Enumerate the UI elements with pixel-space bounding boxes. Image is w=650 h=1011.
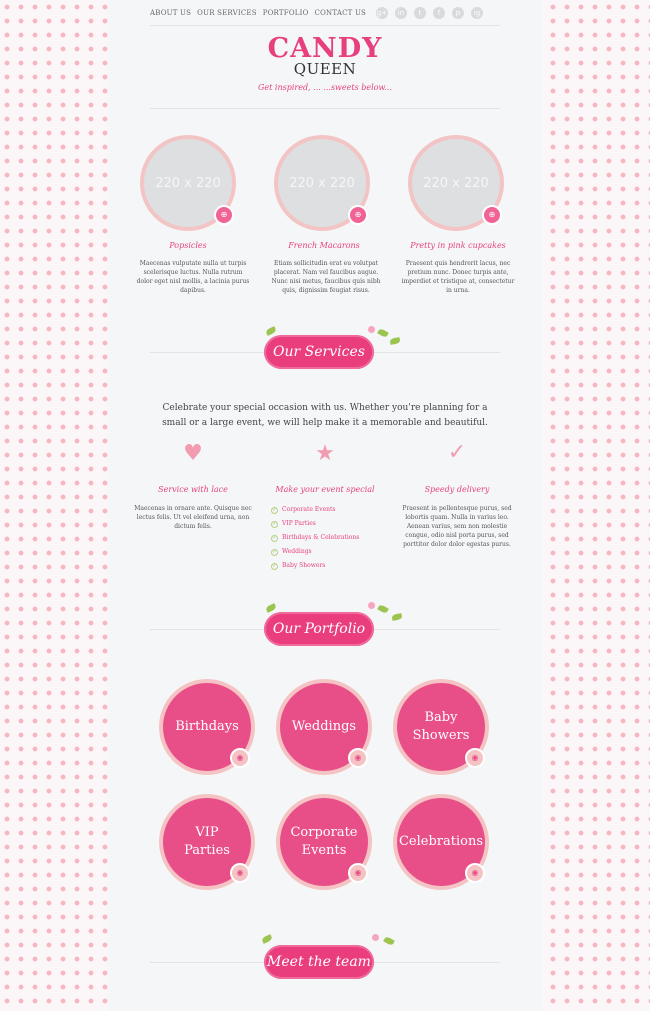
service-title-3: Speedy delivery (424, 485, 490, 494)
flower-decoration (372, 934, 379, 941)
featured-title-3: Pretty in pink cupcakes (410, 241, 506, 250)
featured-text-1: Maecenas vulputate nulla ut turpis scele… (136, 260, 250, 294)
nav-services[interactable]: OUR SERVICES (197, 9, 257, 17)
header-divider (150, 25, 500, 26)
view-icon[interactable]: ◉ (465, 863, 485, 883)
team-heading: Meet the team (264, 945, 374, 979)
list-item[interactable]: ✓ Corporate Events (271, 503, 359, 517)
twitter-icon[interactable]: t (414, 7, 426, 19)
featured-text-3: Praesent quis hendrerit lacus, nec preti… (401, 260, 515, 294)
pinterest-icon[interactable]: p (452, 7, 464, 19)
logo-queen[interactable]: QUEEN (240, 60, 410, 78)
list-item[interactable]: ✓ Weddings (271, 545, 359, 559)
list-item[interactable]: ✓ Birthdays & Celebrations (271, 531, 359, 545)
nav-about[interactable]: ABOUT US (150, 9, 191, 17)
view-icon[interactable]: ◉ (348, 863, 368, 883)
zoom-icon[interactable]: ⊕ (214, 205, 234, 225)
check-circle-icon: ✓ (271, 506, 278, 514)
nav-portfolio[interactable]: PORTFOLIO (263, 9, 309, 17)
view-icon[interactable]: ◉ (465, 748, 485, 768)
services-intro: Celebrate your special occasion with us.… (162, 403, 488, 428)
check-circle-icon: ✓ (271, 548, 278, 556)
nav-contact[interactable]: CONTACT US (315, 9, 367, 17)
check-circle-icon: ✓ (271, 534, 278, 542)
check-circle-icon: ✓ (271, 520, 278, 528)
service-list: ✓ Corporate Events ✓ VIP Parties ✓ Birthday… (271, 503, 359, 573)
flower-decoration (368, 602, 375, 609)
google-plus-icon[interactable]: g+ (376, 7, 388, 19)
portfolio-heading: Our Portfolio (264, 612, 374, 646)
services-heading: Our Services (264, 335, 374, 369)
service-text-1: Maecenas in ornare ante. Quisque nec lec… (134, 505, 252, 530)
section-divider (150, 108, 500, 109)
check-circle-icon: ✓ (271, 562, 278, 570)
service-title-2: Make your event special (275, 485, 375, 494)
top-nav: ABOUT US OUR SERVICES PORTFOLIO CONTACT … (150, 9, 366, 17)
featured-text-2: Etiam sollicitudin erat eu volutpat plac… (271, 260, 381, 294)
flower-decoration (368, 326, 375, 333)
star-icon: ★ (315, 441, 335, 466)
tagline: Get inspired, ... ...sweets below... (258, 83, 392, 92)
zoom-icon[interactable]: ⊕ (348, 205, 368, 225)
instagram-icon[interactable]: ig (471, 7, 483, 19)
view-icon[interactable]: ◉ (230, 748, 250, 768)
view-icon[interactable]: ◉ (230, 863, 250, 883)
zoom-icon[interactable]: ⊕ (482, 205, 502, 225)
featured-title-2: French Macarons (288, 241, 360, 250)
featured-title-1: Popsicles (169, 241, 207, 250)
service-title-1: Service with lace (158, 485, 228, 494)
heart-icon: ♥ (183, 441, 203, 466)
list-item[interactable]: ✓ VIP Parties (271, 517, 359, 531)
view-icon[interactable]: ◉ (348, 748, 368, 768)
list-item[interactable]: ✓ Baby Showers (271, 559, 359, 573)
facebook-icon[interactable]: f (433, 7, 445, 19)
social-links: g+ in t f p ig (376, 7, 483, 19)
linkedin-icon[interactable]: in (395, 7, 407, 19)
service-text-3: Praesent in pellentesque purus, sed lobo… (402, 505, 512, 548)
check-icon: ✓ (447, 440, 467, 465)
